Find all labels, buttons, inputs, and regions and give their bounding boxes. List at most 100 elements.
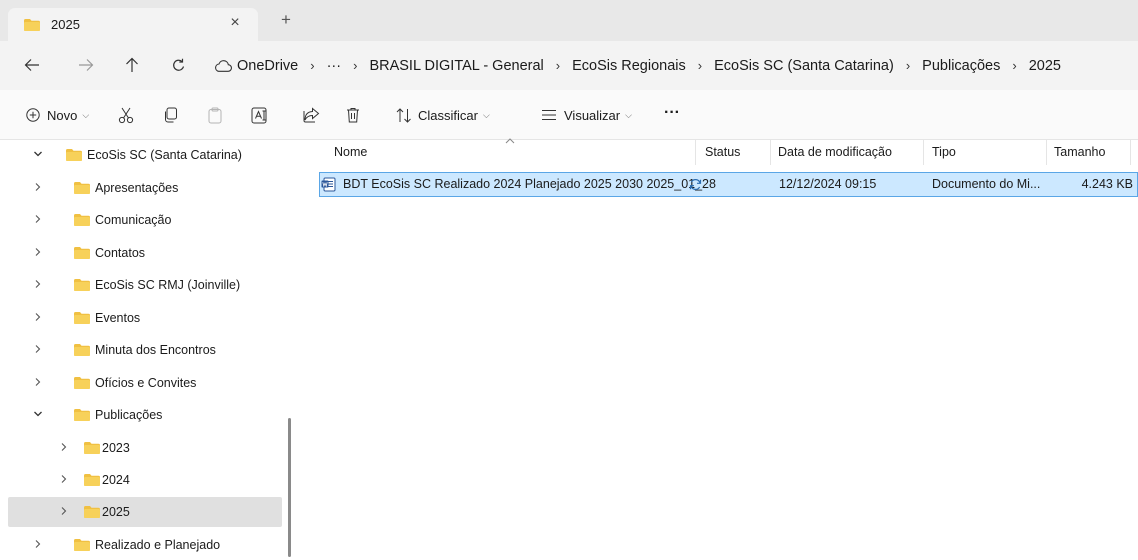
chevron-right-icon — [35, 540, 41, 548]
breadcrumb-brasil-digital[interactable]: BRASIL DIGITAL - General — [369, 58, 543, 74]
command-bar: Novo ⌵ Classificar ⌵ Visualizar ⌵ ··· — [0, 90, 1138, 140]
nav-item-minuta-encontros[interactable]: Minuta dos Encontros — [8, 335, 282, 365]
column-header-name[interactable]: Nome — [334, 145, 367, 159]
new-button[interactable]: Novo ⌵ — [26, 103, 89, 127]
sort-button[interactable]: Classificar ⌵ — [396, 103, 490, 127]
back-button[interactable] — [21, 54, 43, 76]
refresh-button[interactable] — [167, 54, 189, 76]
nav-item-label: 2024 — [102, 473, 130, 487]
folder-icon — [74, 247, 90, 259]
more-options-button[interactable]: ··· — [664, 101, 680, 125]
column-header-modified[interactable]: Data de modificação — [778, 145, 892, 159]
plus-circle-icon — [26, 108, 40, 122]
nav-item-ecosis-sc[interactable]: EcoSis SC (Santa Catarina) — [8, 140, 282, 170]
folder-icon — [84, 442, 100, 454]
share-button[interactable] — [303, 103, 320, 127]
nav-item-2023[interactable]: 2023 — [8, 433, 282, 463]
breadcrumb-separator[interactable]: › — [353, 58, 357, 73]
copy-button[interactable] — [163, 103, 178, 127]
view-list-icon — [542, 110, 556, 120]
nav-item-publicacoes[interactable]: Publicações — [8, 400, 282, 430]
folder-icon — [74, 312, 90, 324]
folder-icon — [24, 19, 40, 34]
chevron-right-icon — [35, 313, 41, 321]
chevron-right-icon — [61, 443, 67, 451]
file-modified: 12/12/2024 09:15 — [779, 177, 877, 191]
folder-icon — [74, 279, 90, 291]
breadcrumb-ecosis-sc[interactable]: EcoSis SC (Santa Catarina) — [714, 58, 894, 74]
navigation-bar: OneDrive › ··· › BRASIL DIGITAL - Genera… — [0, 41, 1138, 90]
breadcrumb-more[interactable]: ··· — [327, 58, 342, 74]
breadcrumb-ecosis-regionais[interactable]: EcoSis Regionais — [572, 58, 686, 74]
column-divider[interactable] — [1130, 140, 1131, 165]
folder-icon — [84, 506, 100, 518]
folder-icon — [66, 149, 82, 161]
breadcrumb-separator[interactable]: › — [698, 58, 702, 73]
nav-item-realizado-planejado[interactable]: Realizado e Planejado — [8, 530, 282, 560]
breadcrumb-onedrive[interactable]: OneDrive — [237, 58, 298, 74]
column-divider[interactable] — [1046, 140, 1047, 165]
chevron-down-icon: ⌵ — [625, 109, 632, 120]
rename-button[interactable] — [251, 103, 269, 127]
file-list: Nome Status Data de modificação Tipo Tam… — [296, 138, 1138, 557]
navigation-pane-scrollbar[interactable] — [288, 418, 291, 557]
chevron-down-icon — [34, 151, 42, 157]
new-button-label: Novo — [47, 107, 78, 123]
chevron-right-icon — [61, 475, 67, 483]
word-document-icon — [321, 177, 336, 192]
column-divider[interactable] — [695, 140, 696, 165]
forward-button[interactable] — [75, 54, 97, 76]
new-tab-button[interactable]: + — [275, 10, 297, 30]
sort-ascending-icon — [505, 138, 515, 144]
view-button-label: Visualizar — [564, 107, 621, 123]
nav-item-label: Contatos — [95, 246, 146, 260]
cut-button[interactable] — [118, 103, 134, 127]
chevron-right-icon — [35, 280, 41, 288]
nav-item-2024[interactable]: 2024 — [8, 465, 282, 495]
breadcrumb-separator[interactable]: › — [906, 58, 910, 73]
column-header-status[interactable]: Status — [705, 145, 740, 159]
chevron-right-icon — [35, 345, 41, 353]
column-header-size[interactable]: Tamanho — [1054, 145, 1105, 159]
nav-item-ecosis-sc-rmj[interactable]: EcoSis SC RMJ (Joinville) — [8, 270, 282, 300]
column-divider[interactable] — [770, 140, 771, 165]
nav-item-label: 2025 — [102, 505, 130, 519]
folder-icon — [84, 474, 100, 486]
close-tab-button[interactable]: × — [226, 14, 244, 32]
tab-2025[interactable]: 2025 × — [8, 8, 258, 41]
nav-item-eventos[interactable]: Eventos — [8, 303, 282, 333]
nav-item-comunicacao[interactable]: Comunicação — [8, 205, 282, 235]
chevron-right-icon — [35, 183, 41, 191]
sort-button-label: Classificar — [418, 107, 478, 123]
breadcrumb-publicacoes[interactable]: Publicações — [922, 58, 1000, 74]
file-row[interactable]: BDT EcoSis SC Realizado 2024 Planejado 2… — [319, 172, 1138, 197]
folder-icon — [74, 182, 90, 194]
arrow-right-icon — [79, 59, 94, 71]
nav-item-oficios-convites[interactable]: Ofícios e Convites — [8, 368, 282, 398]
scissors-icon — [118, 107, 134, 123]
up-button[interactable] — [121, 54, 143, 76]
breadcrumb-2025[interactable]: 2025 — [1029, 58, 1061, 74]
column-header-type[interactable]: Tipo — [932, 145, 956, 159]
nav-item-label: Ofícios e Convites — [95, 376, 197, 390]
rename-icon — [251, 107, 267, 123]
delete-button[interactable] — [346, 103, 360, 127]
clipboard-icon — [208, 107, 222, 123]
view-button[interactable]: Visualizar ⌵ — [541, 103, 632, 127]
column-divider[interactable] — [923, 140, 924, 165]
chevron-down-icon — [34, 411, 42, 417]
nav-item-2025[interactable]: 2025 — [8, 497, 282, 527]
chevron-right-icon — [35, 248, 41, 256]
share-icon — [303, 107, 320, 123]
breadcrumb-separator[interactable]: › — [1012, 58, 1016, 73]
breadcrumb-separator[interactable]: › — [310, 58, 314, 73]
nav-item-contatos[interactable]: Contatos — [8, 238, 282, 268]
arrow-left-icon — [24, 59, 39, 71]
address-bar[interactable]: OneDrive › ··· › BRASIL DIGITAL - Genera… — [214, 49, 1138, 82]
breadcrumb-separator[interactable]: › — [556, 58, 560, 73]
paste-button[interactable] — [208, 103, 222, 127]
nav-item-apresentacoes[interactable]: Apresentações — [8, 173, 282, 203]
chevron-down-icon: ⌵ — [82, 109, 90, 120]
chevron-right-icon — [35, 215, 41, 223]
chevron-right-icon — [61, 507, 67, 515]
